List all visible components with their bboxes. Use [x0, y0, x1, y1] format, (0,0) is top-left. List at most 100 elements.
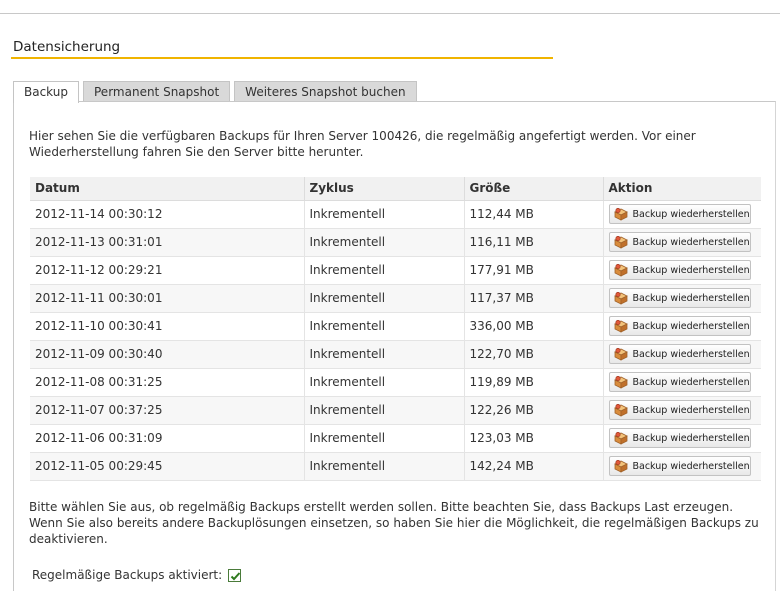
backup-action-cell: Backup wiederherstellen — [603, 200, 761, 229]
backup-date-cell: 2012-11-11 00:30:01 — [30, 284, 305, 313]
restore-box-icon — [613, 375, 628, 389]
backup-size-cell: 122,70 MB — [464, 340, 604, 369]
backup-date-cell: 2012-11-08 00:31:25 — [30, 368, 305, 397]
column-header-date[interactable]: Datum — [30, 177, 305, 201]
backup-action-cell: Backup wiederherstellen — [603, 312, 761, 341]
backup-size-cell: 112,44 MB — [464, 200, 604, 229]
backup-cycle-cell: Inkrementell — [304, 312, 465, 341]
backup-action-cell: Backup wiederherstellen — [603, 452, 761, 481]
restore-backup-button[interactable]: Backup wiederherstellen — [608, 400, 751, 420]
backup-size-cell: 116,11 MB — [464, 228, 604, 257]
restore-box-icon — [613, 347, 628, 361]
backup-action-cell: Backup wiederherstellen — [603, 424, 761, 453]
restore-box-icon — [613, 235, 628, 249]
backup-date-cell: 2012-11-13 00:31:01 — [30, 228, 305, 257]
tab-bar: Backup Permanent Snapshot Weiteres Snaps… — [13, 81, 421, 103]
page-title: Datensicherung — [13, 39, 121, 55]
backup-cycle-cell: Inkrementell — [304, 452, 465, 481]
restore-backup-label: Backup wiederherstellen — [632, 236, 750, 248]
tab-permanent-snapshot[interactable]: Permanent Snapshot — [83, 81, 231, 102]
table-row: 2012-11-13 00:31:01 Inkrementell 116,11 MB… — [30, 228, 761, 257]
table-row: 2012-11-14 00:30:12 Inkrementell 112,44 MB… — [30, 200, 761, 229]
restore-backup-label: Backup wiederherstellen — [632, 432, 750, 444]
restore-box-icon — [613, 263, 628, 277]
restore-backup-button[interactable]: Backup wiederherstellen — [608, 456, 751, 476]
backup-cycle-cell: Inkrementell — [304, 256, 465, 285]
backup-date-cell: 2012-11-06 00:31:09 — [30, 424, 305, 453]
backup-size-cell: 117,37 MB — [464, 284, 604, 313]
table-row: 2012-11-05 00:29:45 Inkrementell 142,24 MB… — [30, 452, 761, 481]
restore-backup-label: Backup wiederherstellen — [632, 264, 750, 276]
restore-box-icon — [613, 431, 628, 445]
restore-box-icon — [613, 403, 628, 417]
backup-action-cell: Backup wiederherstellen — [603, 228, 761, 257]
backup-cycle-cell: Inkrementell — [304, 228, 465, 257]
column-header-cycle[interactable]: Zyklus — [304, 177, 465, 201]
backup-size-cell: 123,03 MB — [464, 424, 604, 453]
table-row: 2012-11-07 00:37:25 Inkrementell 122,26 MB… — [30, 396, 761, 425]
backup-size-cell: 119,89 MB — [464, 368, 604, 397]
backup-action-cell: Backup wiederherstellen — [603, 396, 761, 425]
restore-backup-label: Backup wiederherstellen — [632, 292, 750, 304]
backup-date-cell: 2012-11-10 00:30:41 — [30, 312, 305, 341]
restore-backup-button[interactable]: Backup wiederherstellen — [608, 372, 751, 392]
restore-backup-button[interactable]: Backup wiederherstellen — [608, 204, 751, 224]
restore-backup-button[interactable]: Backup wiederherstellen — [608, 232, 751, 252]
backup-size-cell: 122,26 MB — [464, 396, 604, 425]
backup-date-cell: 2012-11-05 00:29:45 — [30, 452, 305, 481]
table-row: 2012-11-11 00:30:01 Inkrementell 117,37 MB… — [30, 284, 761, 313]
auto-backup-toggle-row: Regelmäßige Backups aktiviert: — [32, 568, 242, 582]
table-header-row: Datum Zyklus Größe Aktion — [30, 177, 761, 201]
restore-box-icon — [613, 459, 628, 473]
intro-text: Hier sehen Sie die verfügbaren Backups f… — [29, 129, 696, 159]
backup-cycle-cell: Inkrementell — [304, 396, 465, 425]
table-row: 2012-11-06 00:31:09 Inkrementell 123,03 MB… — [30, 424, 761, 453]
backup-action-cell: Backup wiederherstellen — [603, 340, 761, 369]
backup-cycle-cell: Inkrementell — [304, 340, 465, 369]
auto-backup-checkbox[interactable] — [228, 568, 242, 582]
backup-date-cell: 2012-11-12 00:29:21 — [30, 256, 305, 285]
column-header-size[interactable]: Größe — [464, 177, 604, 201]
backup-date-cell: 2012-11-09 00:30:40 — [30, 340, 305, 369]
table-row: 2012-11-12 00:29:21 Inkrementell 177,91 MB… — [30, 256, 761, 285]
checkmark-icon — [230, 571, 241, 580]
backup-date-cell: 2012-11-14 00:30:12 — [30, 200, 305, 229]
auto-backup-note: Bitte wählen Sie aus, ob regelmäßig Back… — [29, 500, 759, 546]
restore-box-icon — [613, 319, 628, 333]
restore-box-icon — [613, 291, 628, 305]
restore-box-icon — [613, 207, 628, 221]
restore-backup-button[interactable]: Backup wiederherstellen — [608, 344, 751, 364]
tab-panel-backup: Hier sehen Sie die verfügbaren Backups f… — [13, 101, 776, 591]
top-bar — [0, 0, 780, 14]
title-underline — [11, 57, 553, 59]
backup-table-body: 2012-11-14 00:30:12 Inkrementell 112,44 MB… — [30, 200, 761, 481]
table-row: 2012-11-09 00:30:40 Inkrementell 122,70 MB… — [30, 340, 761, 369]
backup-size-cell: 336,00 MB — [464, 312, 604, 341]
restore-backup-label: Backup wiederherstellen — [632, 404, 750, 416]
backup-cycle-cell: Inkrementell — [304, 424, 465, 453]
backup-cycle-cell: Inkrementell — [304, 368, 465, 397]
restore-backup-label: Backup wiederherstellen — [632, 376, 750, 388]
restore-backup-label: Backup wiederherstellen — [632, 348, 750, 360]
backup-size-cell: 177,91 MB — [464, 256, 604, 285]
restore-backup-button[interactable]: Backup wiederherstellen — [608, 428, 751, 448]
restore-backup-label: Backup wiederherstellen — [632, 320, 750, 332]
backup-action-cell: Backup wiederherstellen — [603, 256, 761, 285]
backup-date-cell: 2012-11-07 00:37:25 — [30, 396, 305, 425]
tab-book-snapshot[interactable]: Weiteres Snapshot buchen — [234, 81, 417, 102]
auto-backup-label: Regelmäßige Backups aktiviert: — [32, 568, 223, 582]
backup-action-cell: Backup wiederherstellen — [603, 368, 761, 397]
column-header-action: Aktion — [603, 177, 761, 201]
restore-backup-button[interactable]: Backup wiederherstellen — [608, 260, 751, 280]
backup-size-cell: 142,24 MB — [464, 452, 604, 481]
restore-backup-button[interactable]: Backup wiederherstellen — [608, 288, 751, 308]
table-row: 2012-11-10 00:30:41 Inkrementell 336,00 MB… — [30, 312, 761, 341]
restore-backup-label: Backup wiederherstellen — [632, 460, 750, 472]
backup-table: Datum Zyklus Größe Aktion 2012-11-14 00:… — [30, 177, 761, 481]
backup-action-cell: Backup wiederherstellen — [603, 284, 761, 313]
restore-backup-button[interactable]: Backup wiederherstellen — [608, 316, 751, 336]
backup-cycle-cell: Inkrementell — [304, 200, 465, 229]
table-row: 2012-11-08 00:31:25 Inkrementell 119,89 MB… — [30, 368, 761, 397]
tab-backup[interactable]: Backup — [13, 81, 79, 103]
restore-backup-label: Backup wiederherstellen — [632, 208, 750, 220]
